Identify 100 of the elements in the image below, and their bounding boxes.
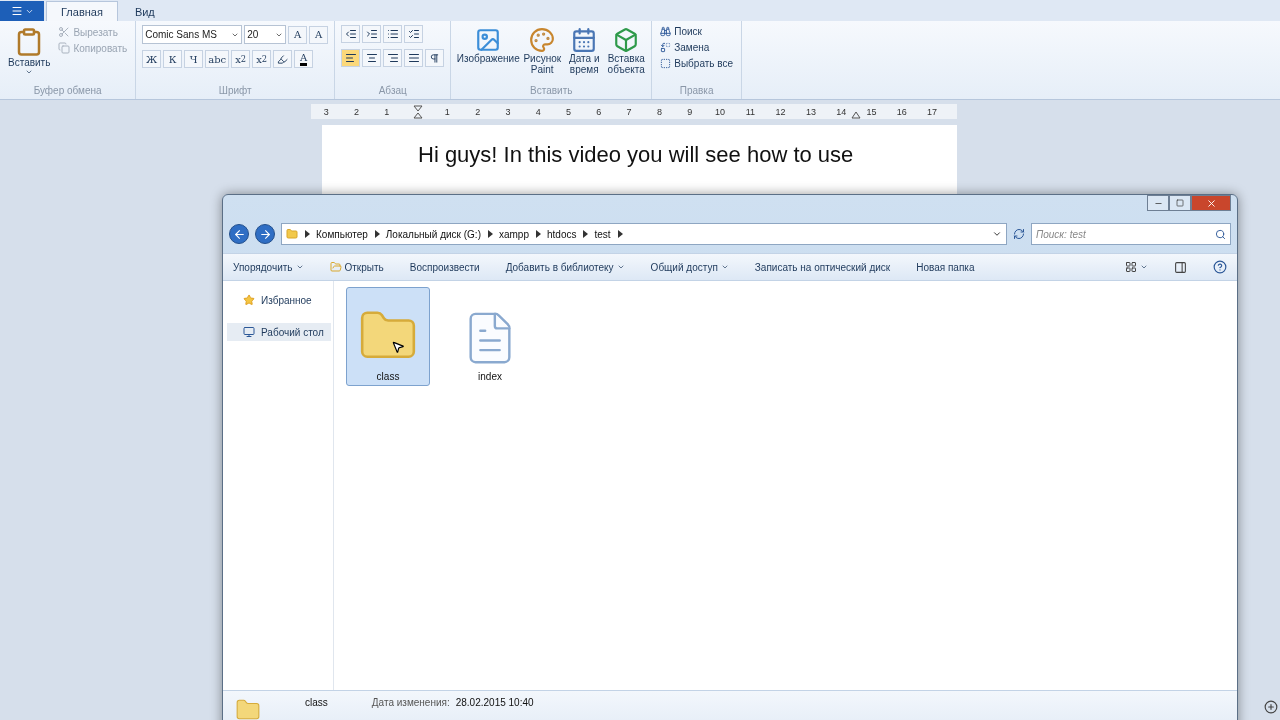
ruler-number: 16	[896, 106, 907, 117]
align-right-button[interactable]	[383, 49, 403, 67]
indent-button[interactable]	[362, 25, 382, 43]
command-button[interactable]: Добавить в библиотеку	[505, 261, 625, 273]
list-button[interactable]	[383, 25, 403, 43]
cube-icon	[613, 27, 640, 53]
align-icon	[365, 52, 378, 64]
help-button[interactable]	[1213, 260, 1227, 274]
address-bar[interactable]: Компьютер Локальный диск (G:) xampp htdocs test	[281, 223, 1007, 245]
command-button[interactable]: Общий доступ	[650, 261, 729, 273]
ribbon-tab[interactable]: Главная	[46, 1, 118, 21]
insert-button[interactable]: Изображение	[457, 25, 520, 85]
ruler-number: 11	[745, 106, 755, 117]
ruler-number: 3	[323, 106, 329, 117]
ruler-number: 13	[805, 106, 816, 117]
back-button[interactable]	[229, 224, 249, 244]
panel-icon	[1174, 260, 1187, 274]
align-icon	[344, 52, 357, 64]
highlighter-icon	[277, 53, 289, 65]
font-size-field[interactable]: 20	[244, 25, 287, 44]
paste-button[interactable]: Вставить	[6, 25, 53, 85]
refresh-icon[interactable]	[1013, 228, 1025, 240]
calendar-icon	[571, 27, 598, 53]
chevron-icon[interactable]	[373, 230, 380, 238]
status-name: class	[305, 697, 328, 708]
indent-icon	[365, 28, 378, 40]
insert-button[interactable]: Дата и время	[565, 25, 604, 85]
breadcrumb-item[interactable]: Локальный диск (G:)	[385, 228, 481, 240]
ruler-number: 5	[566, 106, 572, 117]
chevron-icon[interactable]	[304, 230, 310, 238]
format-button[interactable]: К	[163, 50, 183, 68]
ruler-number: 6	[596, 106, 602, 117]
preview-pane-button[interactable]	[1174, 260, 1187, 274]
insert-button[interactable]: Рисунок Paint	[523, 25, 562, 85]
indent-marker-icon[interactable]	[413, 105, 423, 119]
format-button[interactable]: abc	[205, 50, 230, 68]
ruler-number: 8	[656, 106, 662, 117]
ruler-number: 12	[775, 106, 786, 117]
help-icon	[1213, 260, 1227, 274]
caret-icon	[25, 68, 34, 76]
paragraph-icon	[429, 52, 441, 64]
ruler-number: 4	[535, 106, 541, 117]
command-button[interactable]: Новая папка	[916, 261, 975, 273]
nav-item[interactable]: Рабочий стол	[227, 323, 331, 341]
highlight-button[interactable]	[273, 50, 293, 68]
maximize-button[interactable]	[1169, 195, 1191, 211]
file-item[interactable]: index	[448, 287, 532, 386]
command-button[interactable]: Упорядочить	[233, 261, 304, 273]
chevron-icon[interactable]	[582, 230, 589, 238]
command-button[interactable]: Записать на оптический диск	[754, 261, 891, 273]
folder-icon	[286, 228, 298, 240]
zoom-in-icon[interactable]	[1264, 700, 1278, 714]
align-justify-button[interactable]	[404, 49, 424, 67]
font-color-button[interactable]: A	[294, 50, 314, 68]
breadcrumb-item[interactable]: Компьютер	[316, 228, 368, 240]
paragraph-button[interactable]	[425, 49, 445, 67]
search-field[interactable]: Поиск: test	[1031, 223, 1231, 245]
breadcrumb-item[interactable]: xampp	[498, 228, 529, 240]
chevron-icon[interactable]	[486, 230, 493, 238]
file-item[interactable]: class	[346, 287, 430, 386]
edit-button[interactable]: Замена	[658, 41, 736, 54]
font-family-field[interactable]: Comic Sans MS	[142, 25, 243, 44]
document-text: Hi guys! In this video you will see how to use	[418, 141, 855, 169]
status-date: 28.02.2015 10:40	[455, 697, 534, 708]
breadcrumb-item[interactable]: test	[594, 228, 611, 240]
app-menu-button[interactable]	[0, 1, 44, 21]
insert-button[interactable]: Вставка объекта	[607, 25, 646, 85]
breadcrumb-item[interactable]: htdocs	[547, 228, 577, 240]
chevron-icon[interactable]	[616, 230, 623, 238]
group-label: Буфер обмена	[32, 85, 103, 98]
ruler-number: 2	[475, 106, 481, 117]
select-all-icon	[660, 58, 672, 69]
edit-button[interactable]: Поиск	[658, 25, 736, 38]
forward-button[interactable]	[255, 224, 275, 244]
ruler-number: 7	[626, 106, 632, 117]
align-center-button[interactable]	[362, 49, 382, 67]
line-spacing-icon	[407, 28, 420, 40]
menu-icon	[10, 5, 23, 17]
caret-icon	[295, 263, 304, 271]
line-spacing-button[interactable]	[404, 25, 424, 43]
dropdown-icon[interactable]	[992, 229, 1002, 239]
ribbon-tab[interactable]: Вид	[119, 1, 170, 21]
nav-item[interactable]: Избранное	[227, 291, 331, 309]
view-button[interactable]	[1125, 261, 1148, 273]
search-icon	[1215, 228, 1226, 240]
command-button[interactable]: Открыть	[329, 261, 384, 273]
ruler-number: 2	[353, 106, 359, 117]
chevron-icon[interactable]	[535, 230, 541, 238]
shrink-font-button[interactable]: A	[309, 25, 329, 44]
outdent-button[interactable]	[341, 25, 361, 43]
format-button[interactable]: Ч	[184, 50, 204, 68]
align-left-button[interactable]	[341, 49, 361, 67]
grow-font-button[interactable]: A	[288, 25, 308, 44]
status-label: Дата изменения:	[371, 697, 450, 708]
command-button[interactable]: Воспроизвести	[409, 261, 480, 273]
caret-icon	[720, 263, 729, 271]
minimize-button[interactable]	[1147, 195, 1169, 211]
format-button[interactable]: Ж	[142, 50, 162, 68]
ruler-number: 10	[715, 106, 725, 117]
edit-button[interactable]: Выбрать все	[658, 57, 736, 70]
